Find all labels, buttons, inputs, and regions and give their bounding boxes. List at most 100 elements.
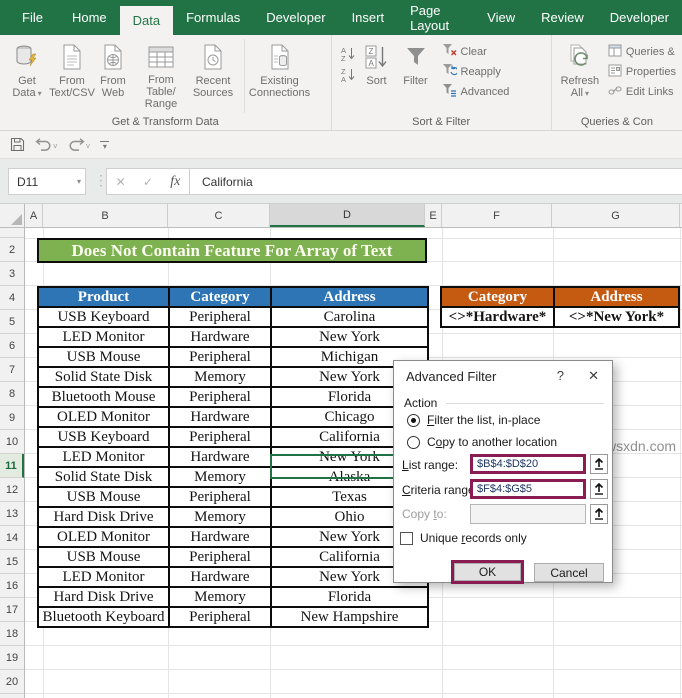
cell-product[interactable]: LED Monitor <box>38 447 169 467</box>
cell-category[interactable]: Peripheral <box>169 487 271 507</box>
redo-button[interactable] <box>68 136 91 154</box>
cell-category[interactable]: Memory <box>169 367 271 387</box>
sort-ascending-button[interactable]: AZ <box>340 45 356 62</box>
cell-category[interactable]: Peripheral <box>169 307 271 327</box>
cell-product[interactable]: Solid State Disk <box>38 367 169 387</box>
cell-product[interactable]: OLED Monitor <box>38 407 169 427</box>
edit-links-button[interactable]: Edit Links <box>608 83 676 100</box>
row-header-16[interactable]: 16 <box>0 574 24 598</box>
row-header-12[interactable]: 12 <box>0 478 24 502</box>
row-header-7[interactable]: 7 <box>0 358 24 382</box>
name-box-caret-icon[interactable]: ▾ <box>77 177 81 186</box>
row-header-19[interactable]: 19 <box>0 646 24 670</box>
clear-filter-button[interactable]: Clear <box>442 43 510 60</box>
cell-category[interactable]: Hardware <box>169 327 271 347</box>
column-header-g[interactable]: G <box>552 204 680 227</box>
name-box[interactable]: D11 ▾ <box>8 168 86 195</box>
cell-category[interactable]: Peripheral <box>169 347 271 367</box>
cancel-entry-icon[interactable] <box>116 173 126 191</box>
row-header-9[interactable]: 9 <box>0 406 24 430</box>
properties-button[interactable]: Properties <box>608 63 676 80</box>
row-header-8[interactable]: 8 <box>0 382 24 406</box>
row-header-20[interactable]: 20 <box>0 670 24 694</box>
row-header-13[interactable]: 13 <box>0 502 24 526</box>
column-header-f[interactable]: F <box>442 204 552 227</box>
unique-records-checkbox-row[interactable]: Unique records only <box>400 531 527 545</box>
confirm-entry-icon[interactable] <box>143 173 153 191</box>
cell-address[interactable]: Florida <box>271 587 428 607</box>
criteria-header-address[interactable]: Address <box>554 287 679 307</box>
checkbox-unchecked-icon[interactable] <box>400 532 413 545</box>
advanced-filter-button[interactable]: Advanced <box>442 83 510 100</box>
row-header-14[interactable]: 14 <box>0 526 24 550</box>
radio-unselected-icon[interactable] <box>407 436 420 449</box>
criteria-header-category[interactable]: Category <box>441 287 554 307</box>
cancel-button[interactable]: Cancel <box>534 563 604 582</box>
column-header-e[interactable]: E <box>425 204 442 227</box>
tab-page-layout[interactable]: Page Layout <box>397 0 474 35</box>
select-all-button[interactable] <box>0 204 25 227</box>
cell-category[interactable]: Hardware <box>169 407 271 427</box>
cell-category[interactable]: Memory <box>169 587 271 607</box>
formula-bar-input[interactable]: California <box>190 168 682 195</box>
criteria-category-value[interactable]: <>*Hardware* <box>441 307 554 327</box>
cell-product[interactable]: USB Keyboard <box>38 307 169 327</box>
help-icon[interactable]: ? <box>557 368 564 383</box>
cell-category[interactable]: Peripheral <box>169 427 271 447</box>
cell-category[interactable]: Peripheral <box>169 547 271 567</box>
tab-view[interactable]: View <box>474 0 528 35</box>
undo-dropdown[interactable] <box>53 136 58 154</box>
filter-button[interactable]: Filter <box>396 39 436 113</box>
row-header-3[interactable]: 3 <box>0 262 24 286</box>
insert-function-icon[interactable]: fx <box>170 174 180 190</box>
cell-address[interactable]: Carolina <box>271 307 428 327</box>
undo-button[interactable] <box>35 136 58 154</box>
cell-product[interactable]: Hard Disk Drive <box>38 587 169 607</box>
cell-product[interactable]: Bluetooth Keyboard <box>38 607 169 627</box>
tab-developer[interactable]: Developer <box>253 0 338 35</box>
from-text-csv-button[interactable]: From Text/CSV <box>50 39 94 113</box>
column-header-b[interactable]: B <box>43 204 168 227</box>
existing-connections-button[interactable]: Existing Connections <box>244 39 310 113</box>
from-web-button[interactable]: From Web <box>94 39 132 113</box>
customize-qat-button[interactable] <box>100 141 109 149</box>
cell-product[interactable]: LED Monitor <box>38 327 169 347</box>
cell-product[interactable]: USB Mouse <box>38 347 169 367</box>
criteria-address-value[interactable]: <>*New York* <box>554 307 679 327</box>
recent-sources-button[interactable]: Recent Sources <box>190 39 236 113</box>
cell-address[interactable]: New Hampshire <box>271 607 428 627</box>
header-address[interactable]: Address <box>271 287 428 307</box>
cell-category[interactable]: Peripheral <box>169 387 271 407</box>
tab-file[interactable]: File <box>6 0 59 35</box>
column-header-d[interactable]: D <box>270 204 425 227</box>
list-range-collapse-button[interactable] <box>590 454 608 474</box>
column-header-a[interactable]: A <box>25 204 43 227</box>
row-header-1[interactable] <box>0 228 24 238</box>
tab-formulas[interactable]: Formulas <box>173 0 253 35</box>
row-header-6[interactable]: 6 <box>0 334 24 358</box>
header-product[interactable]: Product <box>38 287 169 307</box>
copy-to-location-radio[interactable]: Copy to another location <box>407 435 557 449</box>
cell-product[interactable]: USB Mouse <box>38 487 169 507</box>
cell-product[interactable]: USB Mouse <box>38 547 169 567</box>
tab-review[interactable]: Review <box>528 0 597 35</box>
row-header-11-active[interactable]: 11 <box>0 454 24 478</box>
redo-dropdown[interactable] <box>86 136 91 154</box>
cell-category[interactable]: Peripheral <box>169 607 271 627</box>
cell-category[interactable]: Memory <box>169 467 271 487</box>
from-table-range-button[interactable]: From Table/ Range <box>132 39 190 113</box>
sort-button[interactable]: ZA Sort <box>358 39 396 113</box>
cell-category[interactable]: Hardware <box>169 527 271 547</box>
row-header-2[interactable]: 2 <box>0 238 24 262</box>
refresh-all-button[interactable]: Refresh All <box>556 39 604 113</box>
tab-home[interactable]: Home <box>59 0 120 35</box>
cell-category[interactable]: Hardware <box>169 447 271 467</box>
row-header-17[interactable]: 17 <box>0 598 24 622</box>
cell-product[interactable]: LED Monitor <box>38 567 169 587</box>
tab-insert[interactable]: Insert <box>339 0 398 35</box>
cell-product[interactable]: Hard Disk Drive <box>38 507 169 527</box>
list-range-input[interactable]: $B$4:$D$20 <box>470 454 586 474</box>
close-icon[interactable]: ✕ <box>588 368 599 384</box>
cell-product[interactable]: USB Keyboard <box>38 427 169 447</box>
save-button[interactable] <box>10 137 25 152</box>
